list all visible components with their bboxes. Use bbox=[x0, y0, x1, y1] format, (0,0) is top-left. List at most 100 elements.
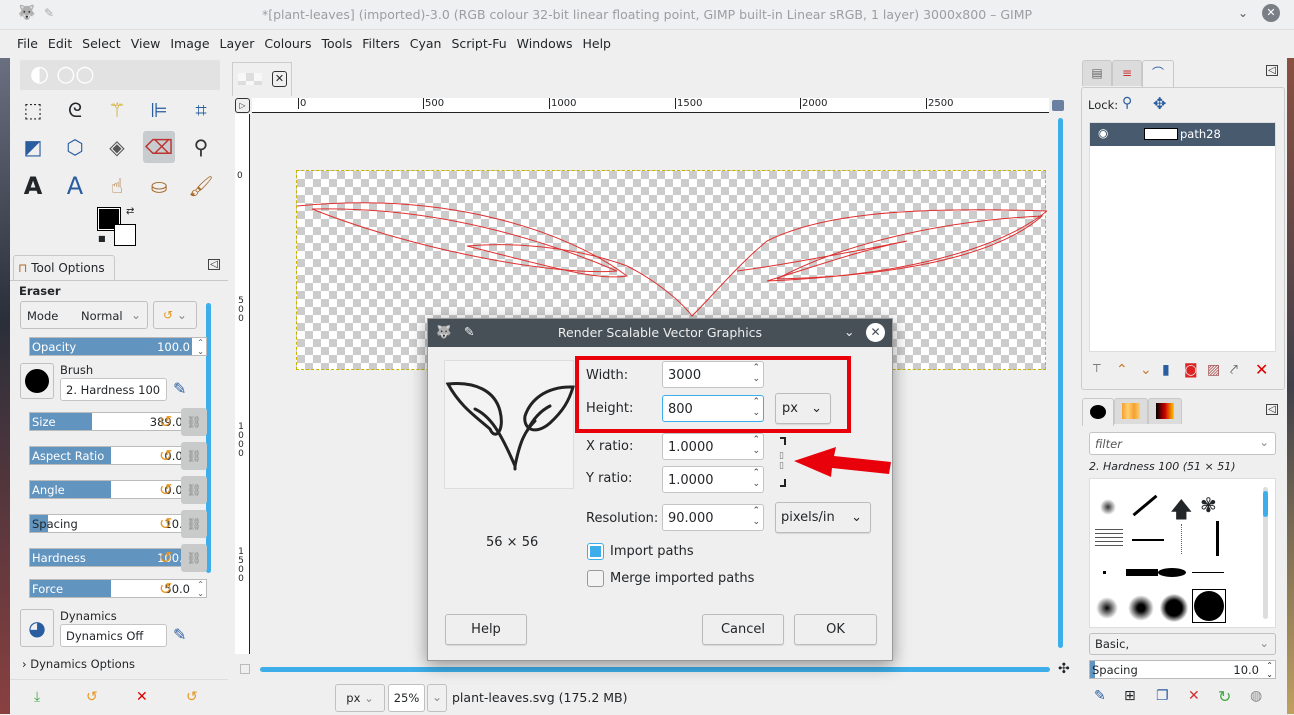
quick-mask-menu-icon[interactable]: ▷ bbox=[235, 98, 250, 113]
lower-path-icon[interactable]: ⌄ bbox=[1140, 362, 1152, 378]
reset-options-icon[interactable]: ↺ bbox=[186, 689, 198, 705]
minimize-icon[interactable]: ⌄ bbox=[844, 324, 854, 339]
navigate-icon[interactable]: ✣ bbox=[1058, 661, 1070, 677]
delete-brush-icon[interactable]: ✕ bbox=[1188, 688, 1200, 704]
selection-to-path-icon[interactable]: ▨ bbox=[1207, 362, 1220, 378]
align-tool-icon[interactable]: ⊫ bbox=[143, 94, 175, 126]
lock-position-icon[interactable]: ✥ bbox=[1153, 94, 1166, 113]
brush-spacing-slider[interactable]: Spacing 10.0 ⌃ ⌄ bbox=[1089, 660, 1276, 679]
height-input[interactable]: 800 ⌃ ⌄ bbox=[662, 395, 764, 422]
visibility-eye-icon[interactable]: ◉ bbox=[1098, 126, 1108, 140]
menu-file[interactable]: File bbox=[0, 30, 43, 51]
tab-layers[interactable]: ▤ bbox=[1082, 60, 1112, 86]
save-preset-icon[interactable]: ⤓ bbox=[34, 689, 40, 705]
panel-menu-icon[interactable]: ◁ bbox=[1266, 65, 1278, 76]
brush-tag-select[interactable]: Basic, ⌄ bbox=[1089, 633, 1276, 655]
x-ratio-input[interactable]: 1.0000 ⌃ ⌄ bbox=[662, 433, 764, 460]
text-tool-icon[interactable]: A bbox=[17, 170, 49, 202]
resolution-input[interactable]: 90.000 ⌃ ⌄ bbox=[662, 504, 764, 531]
paths-tool-icon[interactable]: ⚲ bbox=[185, 131, 217, 163]
duplicate-path-icon[interactable]: ▮ bbox=[1162, 362, 1170, 378]
brush-item[interactable] bbox=[1126, 569, 1158, 576]
brush-item[interactable] bbox=[1192, 572, 1224, 573]
vertical-scrollbar[interactable] bbox=[1058, 118, 1063, 648]
brush-item[interactable] bbox=[1132, 494, 1158, 517]
brush-filter-input[interactable]: filter ⌄ bbox=[1089, 432, 1276, 455]
open-as-image-icon[interactable]: ◍ bbox=[1250, 688, 1262, 704]
raise-path-icon[interactable]: ⌃ bbox=[1116, 362, 1128, 378]
tab-channels[interactable]: ≡ bbox=[1112, 60, 1142, 86]
y-ratio-input[interactable]: 1.0000 ⌃ ⌄ bbox=[662, 466, 764, 493]
width-input[interactable]: 3000 ⌃ ⌄ bbox=[662, 361, 764, 388]
fuzzy-select-tool-icon[interactable]: ⚚ bbox=[101, 94, 133, 126]
horizontal-scrollbar[interactable] bbox=[260, 667, 1050, 672]
brush-item[interactable] bbox=[1096, 597, 1118, 619]
refresh-brushes-icon[interactable]: ↻ bbox=[1218, 687, 1231, 706]
menu-view[interactable]: View bbox=[126, 30, 166, 51]
dynamics-button[interactable]: ◕ bbox=[20, 609, 54, 647]
resolution-unit-select[interactable]: pixels/in ⌄ bbox=[775, 502, 871, 533]
menu-windows[interactable]: Windows bbox=[512, 30, 578, 51]
ok-button[interactable]: OK bbox=[794, 614, 877, 645]
reset-icon[interactable]: ↺ bbox=[159, 480, 172, 499]
zoom-field[interactable]: 25% bbox=[388, 684, 425, 712]
restore-preset-icon[interactable]: ↺ bbox=[86, 689, 98, 705]
rect-select-tool-icon[interactable]: ⬚ bbox=[17, 94, 49, 126]
brush-grid[interactable]: 🡅 ✾ bbox=[1089, 478, 1276, 628]
link-icon[interactable]: ⛓ bbox=[181, 476, 207, 504]
brush-item[interactable] bbox=[1128, 595, 1154, 621]
paintbrush-tool-icon[interactable]: 🖌 bbox=[185, 170, 217, 202]
menu-select[interactable]: Select bbox=[77, 30, 126, 51]
menu-script-fu[interactable]: Script-Fu bbox=[446, 30, 511, 51]
tab-patterns[interactable] bbox=[1114, 398, 1148, 424]
edit-dynamics-icon[interactable]: ✎ bbox=[173, 625, 186, 644]
tab-paths[interactable]: ⌒ bbox=[1142, 60, 1174, 88]
brush-item[interactable]: ✾ bbox=[1200, 493, 1217, 517]
quick-mask-toggle[interactable] bbox=[240, 664, 250, 674]
crop-tool-icon[interactable]: ⌗ bbox=[185, 94, 217, 126]
merge-paths-checkbox[interactable] bbox=[587, 570, 604, 587]
path-to-selection-icon[interactable]: ◙ bbox=[1184, 362, 1198, 378]
close-window-button[interactable]: ✕ bbox=[1262, 4, 1280, 22]
blend-space-select[interactable]: ↺ ⌄ bbox=[153, 301, 197, 329]
mode-select[interactable]: Mode Normal ⌄ bbox=[20, 301, 148, 329]
edit-brush-icon[interactable]: ✎ bbox=[173, 379, 186, 398]
close-dialog-button[interactable]: ✕ bbox=[866, 323, 885, 342]
link-icon[interactable]: ⛓ bbox=[181, 442, 207, 470]
brush-item[interactable] bbox=[1158, 568, 1186, 577]
menu-help[interactable]: Help bbox=[577, 30, 616, 51]
eraser-tool-icon[interactable]: ⌫ bbox=[143, 131, 175, 163]
tab-gradients[interactable] bbox=[1148, 398, 1182, 424]
brush-item[interactable] bbox=[1160, 594, 1188, 622]
menu-cyan[interactable]: Cyan bbox=[405, 30, 447, 51]
brush-item[interactable] bbox=[1103, 571, 1106, 574]
reset-icon[interactable]: ↺ bbox=[159, 412, 172, 431]
minimize-button[interactable]: ⌄ bbox=[1238, 6, 1248, 20]
merge-paths-label[interactable]: Merge imported paths bbox=[610, 571, 754, 586]
reset-icon[interactable]: ↺ bbox=[159, 548, 172, 567]
bucket-fill-tool-icon[interactable]: ◈ bbox=[101, 131, 133, 163]
menu-edit[interactable]: Edit bbox=[43, 30, 77, 51]
smudge-tool-icon[interactable]: ☝ bbox=[101, 170, 133, 202]
new-brush-icon[interactable]: ⊞ bbox=[1124, 688, 1136, 704]
tab-brushes[interactable] bbox=[1082, 398, 1114, 426]
size-unit-select[interactable]: px ⌄ bbox=[775, 393, 831, 424]
force-slider[interactable]: Force 50.0 ⌃ ⌄ bbox=[29, 579, 207, 598]
path-row[interactable]: ◉ path28 bbox=[1090, 123, 1275, 146]
image-tab[interactable]: ✕ bbox=[232, 62, 292, 96]
brush-preview-button[interactable] bbox=[20, 363, 54, 399]
cancel-button[interactable]: Cancel bbox=[702, 614, 784, 645]
brush-item-selected[interactable] bbox=[1192, 589, 1226, 623]
unit-select[interactable]: px ⌄ bbox=[335, 684, 385, 712]
brush-item[interactable] bbox=[1181, 524, 1182, 554]
menu-colours[interactable]: Colours bbox=[259, 30, 316, 51]
brush-item[interactable] bbox=[1095, 529, 1123, 549]
opacity-slider[interactable]: Opacity 100.0 ⌃ ⌄ bbox=[29, 337, 207, 356]
scrollbar[interactable] bbox=[1263, 487, 1268, 619]
delete-path-icon[interactable]: ✕ bbox=[1255, 360, 1268, 379]
cage-tool-icon[interactable]: ⬡ bbox=[59, 131, 91, 163]
reset-icon[interactable]: ↺ bbox=[159, 514, 172, 533]
import-paths-label[interactable]: Import paths bbox=[610, 544, 694, 559]
brush-item[interactable] bbox=[1132, 539, 1164, 541]
menu-image[interactable]: Image bbox=[165, 30, 214, 51]
